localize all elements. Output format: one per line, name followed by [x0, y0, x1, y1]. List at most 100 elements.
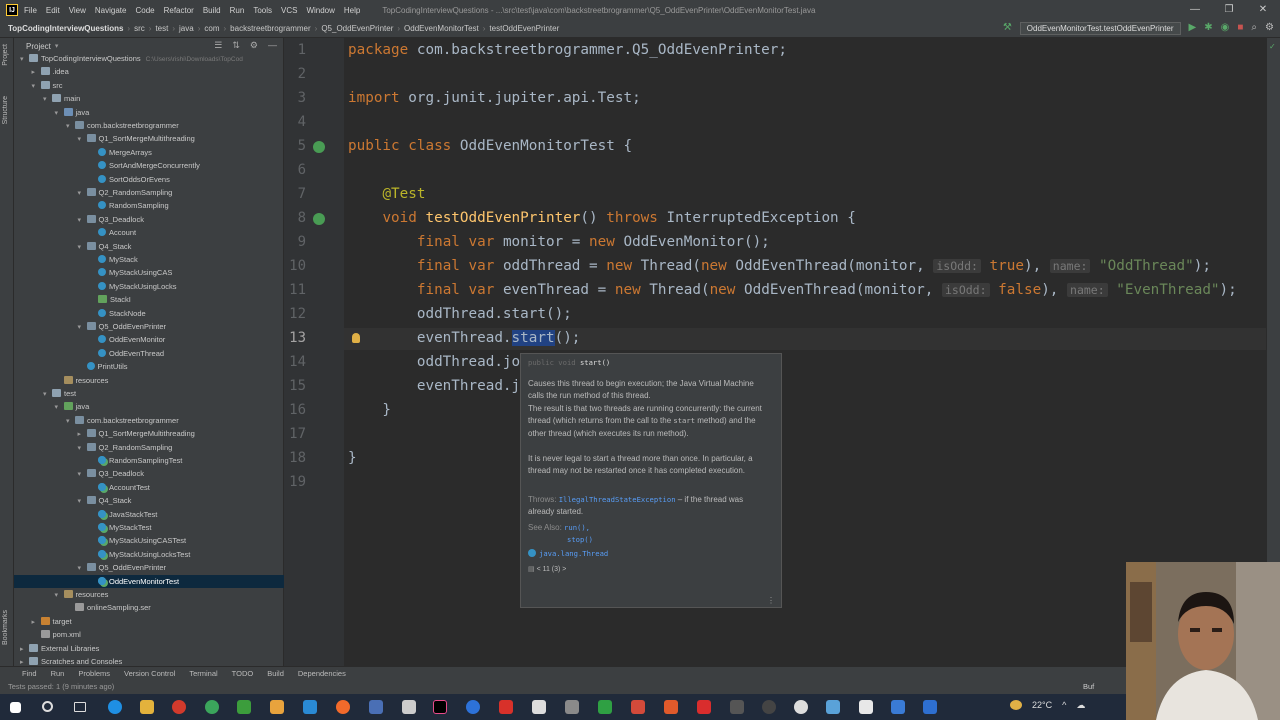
bookmarks-tool-tab[interactable]: Bookmarks	[2, 610, 9, 645]
chevron-up-icon[interactable]: ^	[1062, 700, 1066, 711]
chevron-down-icon[interactable]: ▾	[78, 468, 87, 481]
menu-help[interactable]: Help	[344, 6, 360, 15]
edge-icon[interactable]	[108, 700, 122, 714]
tree-item[interactable]: ▸ Q1_SortMergeMultithreading	[14, 427, 284, 440]
chevron-down-icon[interactable]: ▾	[78, 241, 87, 254]
file-explorer-icon[interactable]	[140, 700, 154, 714]
tree-item[interactable]: PrintUtils	[14, 360, 284, 373]
expand-all-icon[interactable]: ☰	[214, 40, 222, 51]
tab-todo[interactable]: TODO	[232, 669, 254, 678]
tree-item[interactable]: ▾ Q4_Stack	[14, 494, 284, 507]
breadcrumb-item[interactable]: backstreetbrogrammer	[230, 24, 310, 33]
structure-tool-tab[interactable]: Structure	[2, 96, 9, 124]
tree-item[interactable]: resources	[14, 374, 284, 387]
coverage-icon[interactable]: ◉	[1221, 21, 1230, 35]
chevron-down-icon[interactable]: ▾	[78, 214, 87, 227]
tree-item[interactable]: JavaStackTest	[14, 508, 284, 521]
chevron-down-icon[interactable]: ▾	[78, 495, 87, 508]
chevron-down-icon[interactable]: ▾	[55, 401, 64, 414]
tree-item[interactable]: StackI	[14, 293, 284, 306]
tree-item[interactable]: MyStackUsingCAS	[14, 266, 284, 279]
tree-item[interactable]: ▸ .idea	[14, 65, 284, 78]
run-test-method-icon[interactable]	[313, 213, 325, 225]
tree-item[interactable]: MyStack	[14, 253, 284, 266]
menu-file[interactable]: File	[24, 6, 37, 15]
debug-icon[interactable]: ✱	[1204, 21, 1212, 35]
see-also-stop-link[interactable]: stop()	[567, 534, 803, 546]
breadcrumb-item[interactable]: Q5_OddEvenPrinter	[321, 24, 393, 33]
menu-code[interactable]: Code	[135, 6, 154, 15]
tree-item[interactable]: ▾ Q4_Stack	[14, 240, 284, 253]
chevron-down-icon[interactable]: ▾	[66, 120, 75, 133]
app-icon[interactable]	[565, 700, 579, 714]
menu-vcs[interactable]: VCS	[281, 6, 297, 15]
project-panel-title[interactable]: Project	[26, 42, 51, 51]
chevron-down-icon[interactable]: ▾	[43, 388, 52, 401]
status-buffer[interactable]: Buf	[1083, 680, 1094, 694]
tree-item[interactable]: ▾ com.backstreetbrogrammer	[14, 414, 284, 427]
stop-icon[interactable]: ■	[1237, 21, 1243, 35]
tree-item[interactable]: ▾ com.backstreetbrogrammer	[14, 119, 284, 132]
menu-edit[interactable]: Edit	[46, 6, 60, 15]
app-icon[interactable]	[402, 700, 416, 714]
breadcrumb-item[interactable]: OddEvenMonitorTest	[404, 24, 479, 33]
chrome-icon[interactable]	[205, 700, 219, 714]
doc-jdk-version[interactable]: ▤ < 11 (3) >	[528, 564, 764, 576]
tree-item[interactable]: Account	[14, 226, 284, 239]
app-icon[interactable]	[794, 700, 808, 714]
quick-documentation-popup[interactable]: public void start() Causes this thread t…	[520, 353, 782, 608]
project-tool-tab[interactable]: Project	[2, 44, 9, 66]
weather-icon[interactable]	[1010, 700, 1022, 710]
chevron-down-icon[interactable]: ▾	[55, 589, 64, 602]
tree-item[interactable]: ▾ Q5_OddEvenPrinter	[14, 320, 284, 333]
doc-class-ref[interactable]: java.lang.Thread	[528, 548, 764, 560]
tree-item[interactable]: ▾ Q3_Deadlock	[14, 213, 284, 226]
menu-tools[interactable]: Tools	[253, 6, 272, 15]
temperature[interactable]: 22°C	[1032, 700, 1052, 711]
tree-item[interactable]: SortOddsOrEvens	[14, 173, 284, 186]
tab-build[interactable]: Build	[267, 669, 284, 678]
tree-item[interactable]: ▾ main	[14, 92, 284, 105]
chevron-down-icon[interactable]: ▾	[55, 107, 64, 120]
chevron-down-icon[interactable]: ▾	[78, 562, 87, 575]
app-icon[interactable]	[172, 700, 186, 714]
intellij-taskbar-icon[interactable]	[433, 700, 447, 714]
tree-item[interactable]: ▸ External Libraries	[14, 642, 284, 655]
tree-item[interactable]: ▾ Q1_SortMergeMultithreading	[14, 132, 284, 145]
app-icon[interactable]	[891, 700, 905, 714]
tree-item[interactable]: ▸ target	[14, 615, 284, 628]
tab-version-control[interactable]: Version Control	[124, 669, 175, 678]
chevron-down-icon[interactable]: ▾	[78, 133, 87, 146]
chevron-right-icon[interactable]: ▸	[20, 643, 29, 656]
tree-item[interactable]: ▾ Q5_OddEvenPrinter	[14, 561, 284, 574]
app-icon[interactable]	[631, 700, 645, 714]
menu-build[interactable]: Build	[203, 6, 221, 15]
excel-icon[interactable]	[237, 700, 251, 714]
menu-run[interactable]: Run	[230, 6, 245, 15]
breadcrumb-item[interactable]: test	[155, 24, 168, 33]
tree-item[interactable]: ▾ resources	[14, 588, 284, 601]
menu-refactor[interactable]: Refactor	[164, 6, 194, 15]
tree-item[interactable]: OddEvenMonitorTest	[14, 574, 284, 588]
breadcrumb-item[interactable]: src	[134, 24, 145, 33]
tree-item[interactable]: ▾ src	[14, 79, 284, 92]
app-icon[interactable]	[369, 700, 383, 714]
app-icon[interactable]	[730, 700, 744, 714]
tree-item[interactable]: ▾ Q3_Deadlock	[14, 467, 284, 480]
tab-find[interactable]: Find	[22, 669, 37, 678]
run-test-class-icon[interactable]	[313, 141, 325, 153]
menu-window[interactable]: Window	[306, 6, 334, 15]
run-icon[interactable]: ▶	[1189, 21, 1197, 35]
settings-icon[interactable]: ⚙	[1265, 21, 1274, 35]
tab-problems[interactable]: Problems	[78, 669, 110, 678]
app-icon[interactable]	[598, 700, 612, 714]
tree-item[interactable]: MyStackUsingLocks	[14, 280, 284, 293]
maximize-button[interactable]: ❐	[1212, 0, 1246, 20]
tree-item[interactable]: OddEvenMonitor	[14, 333, 284, 346]
menu-navigate[interactable]: Navigate	[95, 6, 127, 15]
tab-terminal[interactable]: Terminal	[189, 669, 217, 678]
tree-item[interactable]: ▾ TopCodingInterviewQuestions C:\Users\ris…	[14, 52, 284, 65]
status-message[interactable]: Tests passed: 1 (9 minutes ago)	[8, 682, 114, 691]
vscode-icon[interactable]	[303, 700, 317, 714]
more-options-icon[interactable]: ⋮	[767, 596, 775, 605]
